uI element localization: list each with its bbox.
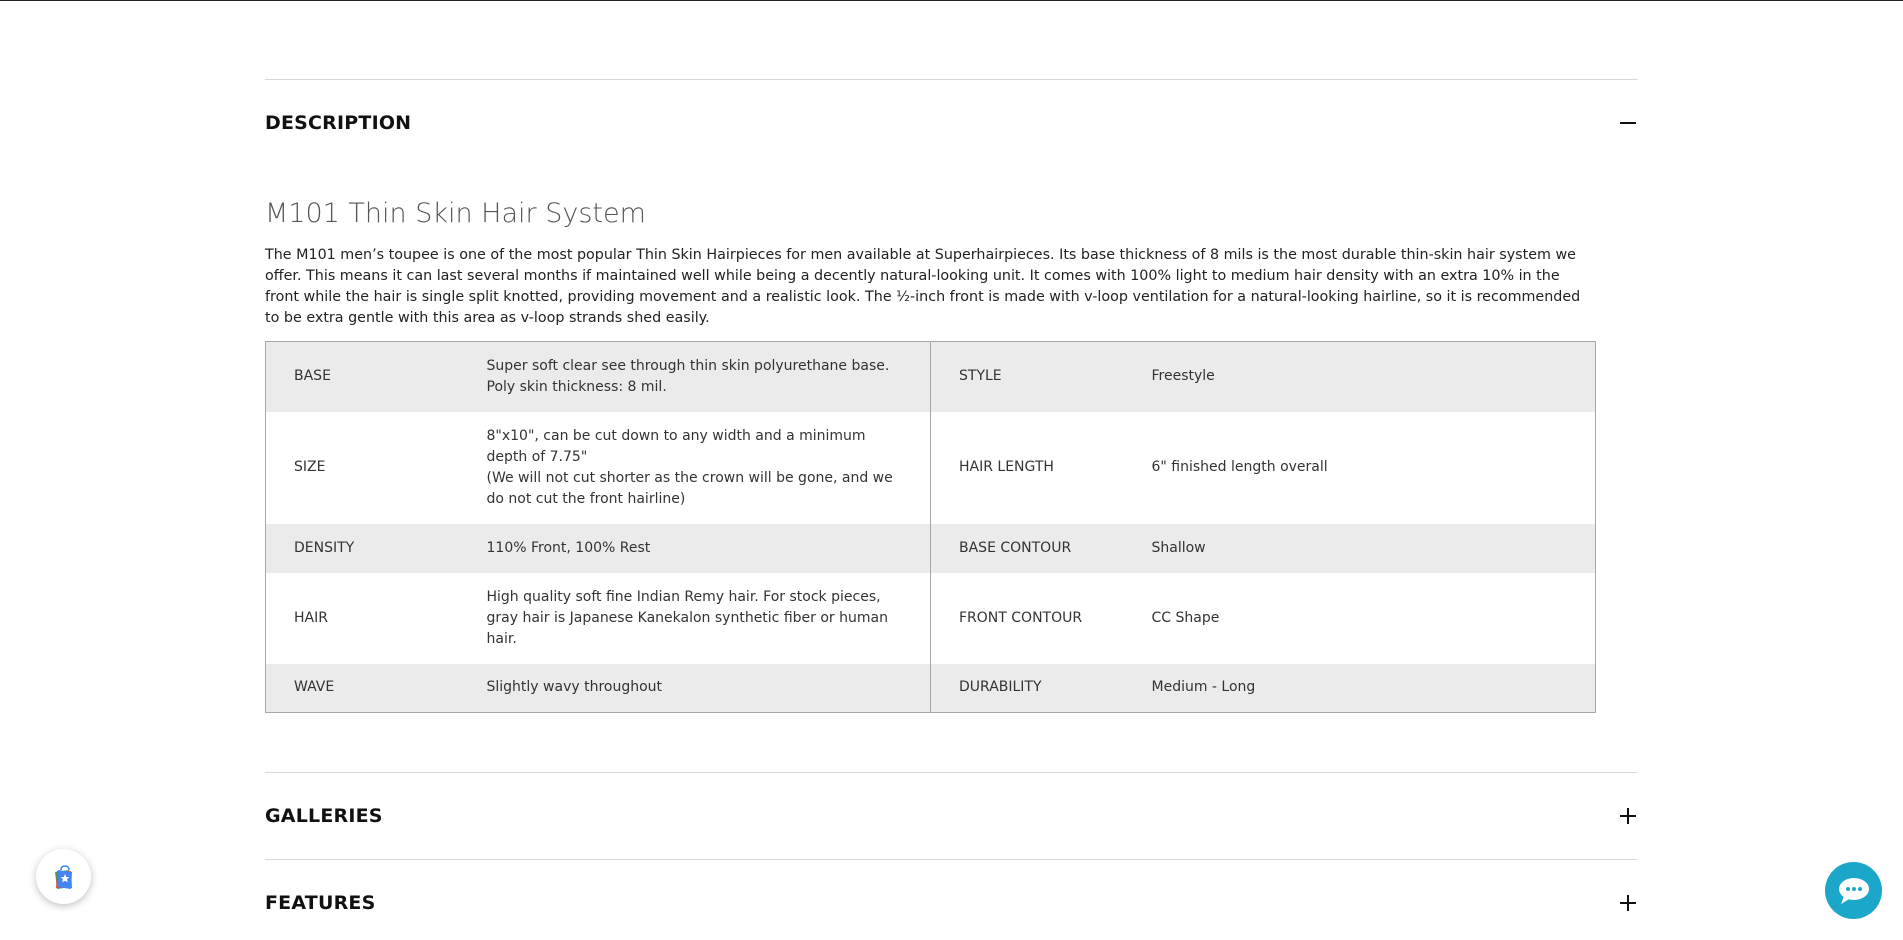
- spec-label: HAIR LENGTH: [959, 459, 1054, 475]
- table-row: DENSITY 110% Front, 100% Rest BASE CONTO…: [265, 523, 1596, 573]
- table-row: WAVE Slightly wavy throughout DURABILITY…: [265, 663, 1596, 713]
- minus-icon[interactable]: [1618, 113, 1638, 133]
- shopping-bag-star-icon[interactable]: [36, 849, 91, 904]
- top-border: [0, 0, 1903, 1]
- spec-value: High quality soft fine Indian Remy hair.…: [486, 572, 931, 664]
- spec-value: CC Shape: [1151, 609, 1220, 626]
- table-row: SIZE 8"x10", can be cut down to any widt…: [266, 411, 1596, 524]
- spec-value: 6" finished length overall: [1151, 459, 1328, 475]
- spec-value: Medium - Long: [1151, 663, 1596, 713]
- spec-value: Slightly wavy throughout: [486, 663, 931, 713]
- chat-bubble-icon[interactable]: [1825, 862, 1882, 919]
- product-title: M101 Thin Skin Hair System: [265, 198, 646, 229]
- accordion-description-header[interactable]: DESCRIPTION: [265, 103, 1638, 143]
- divider: [265, 79, 1638, 80]
- spec-label: BASE CONTOUR: [930, 523, 1152, 573]
- spec-value: Shallow: [1151, 523, 1596, 573]
- spec-value: Super soft clear see through thin skin p…: [486, 341, 931, 412]
- accordion-title: FEATURES: [265, 892, 376, 914]
- spec-label: SIZE: [294, 459, 326, 475]
- accordion-title: GALLERIES: [265, 805, 383, 827]
- spec-label: BASE: [265, 341, 487, 412]
- spec-label: FRONT CONTOUR: [959, 609, 1083, 626]
- spec-value: 8"x10", can be cut down to any width and…: [486, 411, 931, 524]
- accordion-galleries-header[interactable]: GALLERIES: [265, 796, 1638, 836]
- spec-table: BASE Super soft clear see through thin s…: [265, 341, 1596, 713]
- table-row: HAIR High quality soft fine Indian Remy …: [266, 572, 1596, 664]
- plus-icon[interactable]: [1618, 893, 1638, 913]
- divider: [265, 772, 1638, 773]
- spec-label: WAVE: [265, 663, 487, 713]
- plus-icon[interactable]: [1618, 806, 1638, 826]
- spec-value: Freestyle: [1151, 341, 1596, 412]
- spec-value: 110% Front, 100% Rest: [486, 523, 931, 573]
- product-description: The M101 men’s toupee is one of the most…: [265, 247, 1581, 326]
- divider: [265, 859, 1638, 860]
- accordion-title: DESCRIPTION: [265, 112, 412, 134]
- spec-label: HAIR: [294, 609, 328, 626]
- accordion-features-header[interactable]: FEATURES: [265, 883, 1638, 923]
- table-row: BASE Super soft clear see through thin s…: [265, 341, 1596, 412]
- spec-label: DENSITY: [265, 523, 487, 573]
- spec-label: DURABILITY: [930, 663, 1152, 713]
- spec-label: STYLE: [930, 341, 1152, 412]
